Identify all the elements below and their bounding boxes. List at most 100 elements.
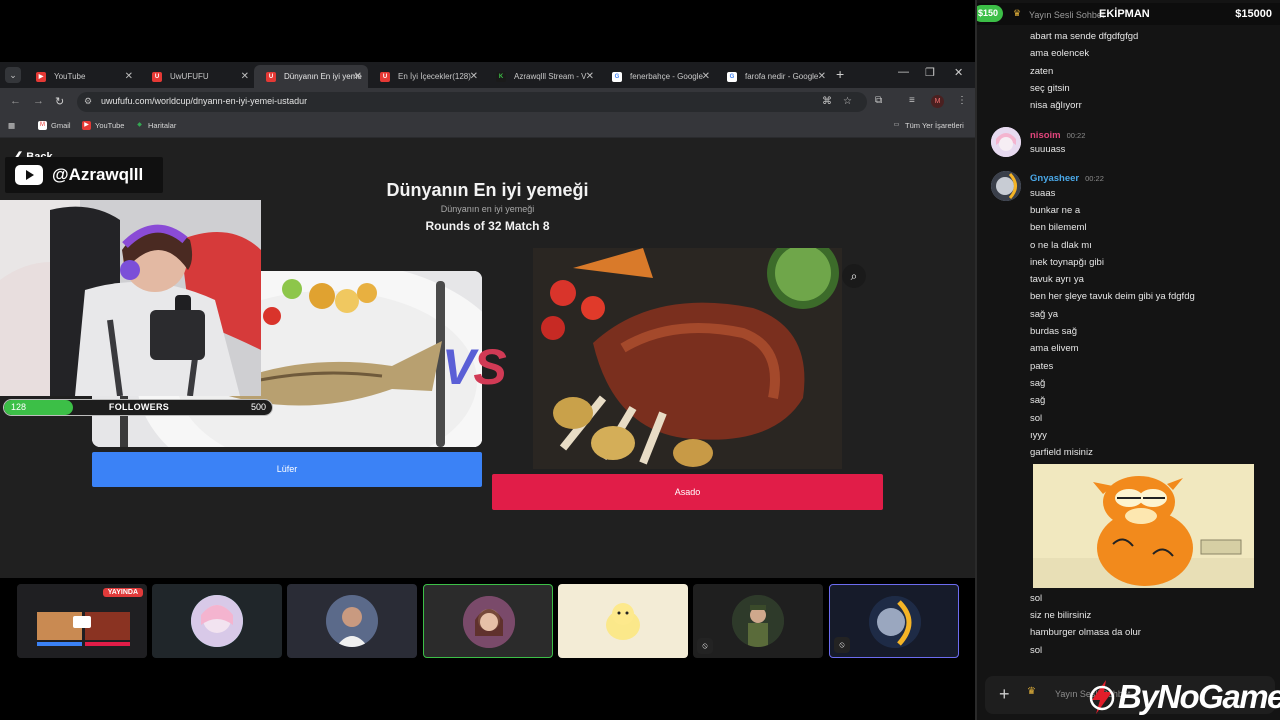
tab-bar: ⌄ ▶ YouTube ✕ U UwUFUFU ✕ U Dünyanın En …: [0, 62, 975, 88]
choice-button-right[interactable]: Asado: [492, 474, 883, 510]
tab-label: Dünyanın En iyi yeme: [284, 72, 362, 81]
chat-message: ben bilememl: [1030, 222, 1087, 233]
chat-message: seç gitsin: [1030, 83, 1070, 94]
tab-drinks[interactable]: U En İyi İçecekler(128) ✕: [368, 65, 484, 88]
choice-image-right[interactable]: [533, 248, 842, 469]
participant-avatar: [869, 596, 921, 648]
followers-goal-bar: 128 FOLLOWERS 500: [3, 399, 273, 416]
participant-tile-screenshare[interactable]: YAYINDA: [17, 584, 147, 658]
translate-icon[interactable]: ⌘: [822, 96, 832, 107]
participant-tile-2[interactable]: [152, 584, 282, 658]
profile-avatar[interactable]: M: [931, 95, 944, 108]
stream-scene: ⌄ ▶ YouTube ✕ U UwUFUFU ✕ U Dünyanın En …: [0, 0, 1280, 720]
all-bookmarks-label: Tüm Yer İşaretleri: [905, 121, 964, 130]
chat-message: sol: [1030, 593, 1043, 604]
tab-google-farofa[interactable]: G farofa nedir - Google ✕: [715, 65, 832, 88]
menu-kebab-icon[interactable]: ⋮: [957, 95, 967, 106]
vs-s: S: [473, 339, 506, 395]
bookmark-youtube[interactable]: ▶ YouTube: [82, 121, 124, 130]
add-attachment-icon[interactable]: +: [999, 684, 1010, 705]
versus-label: VS: [442, 338, 507, 396]
close-icon[interactable]: ✕: [470, 65, 478, 88]
reload-icon[interactable]: ↻: [55, 95, 64, 108]
close-icon[interactable]: ✕: [702, 65, 710, 88]
tab-search-icon[interactable]: ⌄: [5, 67, 21, 83]
user-avatar[interactable]: [991, 127, 1021, 157]
youtube-icon: ▶: [36, 72, 46, 82]
chat-message: ıyyy: [1030, 430, 1047, 441]
tab-stream[interactable]: K Azrawqlll Stream - V ✕: [484, 65, 600, 88]
chat-gif-garfield[interactable]: [1033, 464, 1254, 588]
tab-active-worldcup[interactable]: U Dünyanın En iyi yeme ✕: [254, 65, 368, 88]
brand-watermark: ByNoGame: [1088, 678, 1280, 720]
back-arrow-icon[interactable]: ←: [10, 95, 21, 107]
restore-icon[interactable]: ❐: [925, 66, 935, 79]
extensions-icon[interactable]: ⧉: [875, 95, 882, 106]
window-close-icon[interactable]: ✕: [954, 66, 963, 79]
chat-message: abart ma sende dfgdfgfgd: [1030, 31, 1139, 42]
tab-google-fenerbahce[interactable]: G fenerbahçe - Google ✕: [600, 65, 716, 88]
crown-icon: ♛: [1027, 686, 1036, 697]
close-icon[interactable]: ✕: [125, 65, 133, 88]
participant-avatar: [191, 595, 243, 647]
new-tab-button[interactable]: +: [836, 66, 844, 82]
participant-tile-5[interactable]: [558, 584, 688, 658]
forward-arrow-icon[interactable]: →: [33, 95, 44, 107]
crown-icon: ♛: [1013, 8, 1022, 18]
folder-icon: ▭: [893, 122, 900, 128]
chat-message: zaten: [1030, 66, 1054, 77]
chat-message: suaas: [1030, 188, 1056, 199]
uwufufu-icon: U: [266, 72, 276, 82]
bookmark-label: YouTube: [95, 121, 125, 130]
close-icon[interactable]: ✕: [586, 65, 594, 88]
media-icon[interactable]: ≡: [909, 95, 915, 106]
participant-tile-6[interactable]: ⦸: [693, 584, 823, 658]
chat-message: nisa ağlıyorr: [1030, 100, 1082, 111]
tab-label: fenerbahçe - Google: [630, 72, 703, 81]
channel-name: Yayın Sesli Sohbet: [1029, 10, 1105, 20]
tab-label: En İyi İçecekler(128): [398, 72, 471, 81]
money-badge: $150: [977, 5, 1003, 22]
chat-message: inek toynapğı gibi: [1030, 257, 1104, 268]
youtube-logo-icon: [15, 165, 43, 185]
chat-username[interactable]: nisoim 00:22: [1030, 130, 1085, 141]
chat-username[interactable]: Gnyasheer 00:22: [1030, 173, 1104, 184]
address-bar[interactable]: ⚙ uwufufu.com/worldcup/dnyann-en-iyi-yem…: [77, 92, 867, 112]
uwufufu-icon: U: [380, 72, 390, 82]
user-avatar[interactable]: [991, 171, 1021, 201]
chat-message: tavuk ayrı ya: [1030, 274, 1084, 285]
participant-avatar: [326, 595, 378, 647]
participant-tile-4-speaking[interactable]: [423, 584, 553, 658]
streamer-webcam-image: [0, 200, 261, 396]
close-icon[interactable]: ✕: [818, 65, 826, 88]
participant-avatar: [732, 595, 784, 647]
chat-message: hamburger olmasa da olur: [1030, 627, 1141, 638]
zoom-icon[interactable]: ⌕: [842, 264, 866, 288]
bookmark-star-icon[interactable]: ☆: [843, 96, 852, 107]
site-settings-icon[interactable]: ⚙: [84, 96, 96, 108]
kick-icon: K: [496, 72, 506, 82]
garfield-image: [1033, 464, 1254, 588]
bookmarks-bar: ▦ M Gmail ▶ YouTube ◆ Haritalar ▭ Tüm Ye…: [0, 116, 975, 138]
tab-label: Azrawqlll Stream - V: [514, 72, 587, 81]
username-text: nisoim: [1030, 130, 1061, 141]
choice-button-left[interactable]: Lüfer: [92, 452, 482, 487]
tab-label: farofa nedir - Google: [745, 72, 819, 81]
chat-message: suuuass: [1030, 144, 1066, 155]
close-icon[interactable]: ✕: [241, 65, 249, 88]
bookmark-maps[interactable]: ◆ Haritalar: [135, 121, 176, 130]
tab-uwufufu[interactable]: U UwUFUFU ✕: [140, 65, 255, 88]
chat-message: ben her şleye tavuk deim gibi ya fdgfdg: [1030, 291, 1195, 302]
participant-tile-7[interactable]: ⦸: [829, 584, 959, 658]
bookmark-label: Gmail: [51, 121, 71, 130]
participant-avatar: [463, 596, 515, 648]
google-icon: G: [727, 72, 737, 82]
chat-message: siz ne bilirsiniz: [1030, 610, 1092, 621]
all-bookmarks[interactable]: ▭ Tüm Yer İşaretleri: [892, 121, 964, 130]
close-icon[interactable]: ✕: [354, 65, 362, 88]
apps-grid-icon[interactable]: ▦: [8, 121, 15, 130]
bookmark-gmail[interactable]: M Gmail: [38, 121, 71, 130]
participant-tile-3[interactable]: [287, 584, 417, 658]
minimize-icon[interactable]: —: [898, 66, 909, 78]
tab-youtube[interactable]: ▶ YouTube ✕: [24, 65, 139, 88]
